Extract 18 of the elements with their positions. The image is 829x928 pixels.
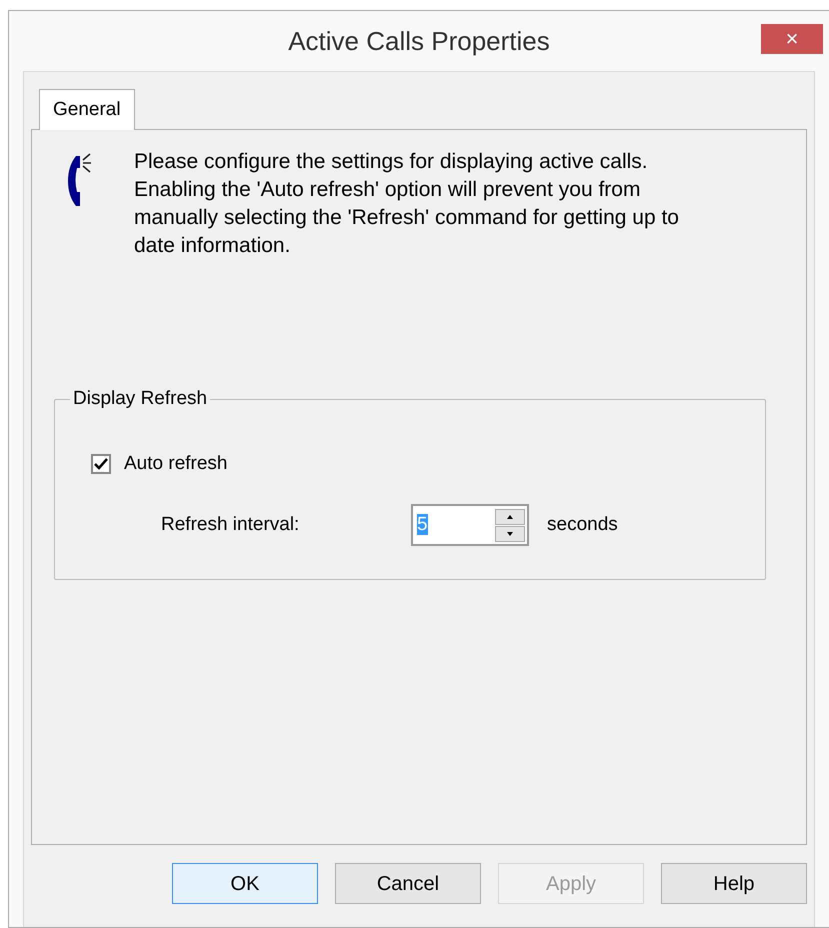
dialog-button[interactable]: OK (172, 863, 318, 904)
close-button[interactable]: × (761, 24, 823, 54)
unit-label: seconds (547, 512, 618, 537)
down-arrow-icon (507, 532, 513, 536)
check-icon (94, 458, 108, 470)
dialog-button[interactable]: Cancel (335, 863, 481, 904)
dialog-button[interactable]: Help (661, 863, 807, 904)
window-title: Active Calls Properties (288, 24, 550, 58)
spin-down-button[interactable] (495, 526, 525, 542)
spin-up-button[interactable] (495, 508, 525, 524)
group-title: Display Refresh (72, 387, 208, 411)
interval-label: Refresh interval: (161, 512, 300, 537)
description-text: Please configure the settings for displaying active calls. Enabling the 'Auto refresh' option will prevent you from manually selecting the 'Refresh' command for getting up to date information. (134, 149, 680, 259)
up-arrow-icon (507, 514, 513, 518)
checkbox-label: Auto refresh (124, 452, 228, 476)
checkbox[interactable] (91, 454, 111, 474)
interval-value: 5 (417, 514, 428, 535)
tab[interactable]: General (39, 89, 135, 130)
